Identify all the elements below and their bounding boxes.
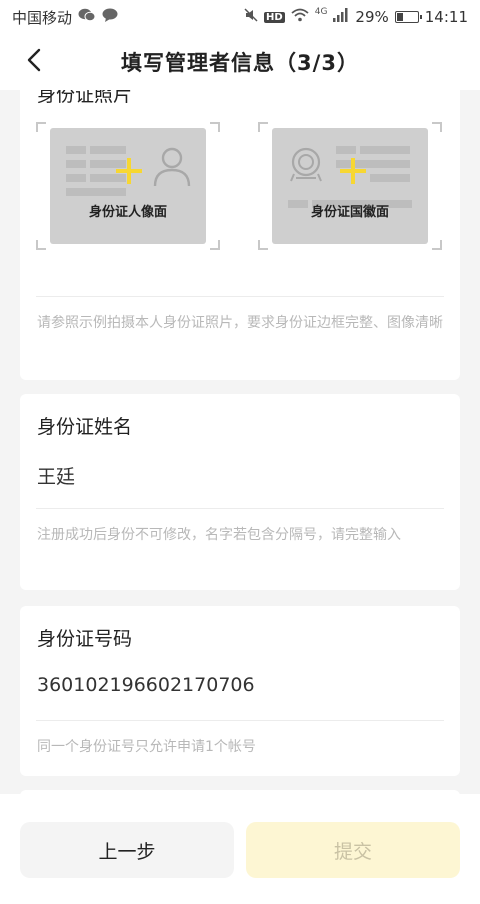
- placeholder-line: [360, 146, 410, 154]
- placeholder-line: [90, 146, 126, 154]
- battery-icon: [394, 11, 422, 23]
- id-name-title: 身份证姓名: [37, 416, 133, 438]
- id-number-input[interactable]: 360102196602170706: [37, 674, 255, 696]
- wechat-icon: [78, 8, 96, 26]
- frame-corner: [258, 122, 268, 132]
- message-icon: [102, 8, 118, 26]
- nav-bar: 填写管理者信息（3/3）: [0, 34, 480, 90]
- id-number-title: 身份证号码: [37, 628, 133, 650]
- portrait-icon: [152, 144, 192, 192]
- status-left: 中国移动: [12, 7, 118, 28]
- network-type-label: 4G: [314, 7, 328, 17]
- signal-icon: [333, 8, 349, 26]
- id-photo-hint: 请参照示例拍摄本人身份证照片，要求身份证边框完整、图像清晰: [37, 315, 443, 331]
- id-front-label: 身份证人像面: [88, 205, 167, 220]
- id-back-upload[interactable]: 身份证国徽面: [258, 122, 442, 250]
- back-button[interactable]: [18, 46, 50, 78]
- plus-icon: [116, 158, 142, 184]
- carrier-label: 中国移动: [12, 8, 73, 27]
- emblem-icon: [286, 144, 326, 188]
- id-back-placeholder: 身份证国徽面: [272, 128, 428, 244]
- placeholder-line: [66, 188, 126, 196]
- mute-icon: [244, 8, 258, 26]
- frame-corner: [36, 240, 46, 250]
- id-back-label: 身份证国徽面: [310, 205, 389, 220]
- frame-corner: [258, 240, 268, 250]
- id-name-input[interactable]: 王廷: [37, 462, 75, 489]
- status-right: HD 4G 29% 14:11: [244, 7, 468, 26]
- frame-corner: [36, 122, 46, 132]
- clock: 14:11: [424, 8, 468, 26]
- previous-step-button[interactable]: 上一步: [20, 822, 234, 878]
- divider: [36, 296, 444, 297]
- frame-corner: [432, 122, 442, 132]
- bottom-action-bar: 上一步 提交: [0, 794, 480, 904]
- battery-percent: 29%: [355, 8, 389, 26]
- divider: [36, 508, 444, 509]
- page-title: 填写管理者信息（3/3）: [121, 51, 359, 75]
- id-name-hint: 注册成功后身份不可修改，名字若包含分隔号，请完整输入: [37, 527, 401, 543]
- placeholder-line: [66, 160, 86, 168]
- hd-badge: HD: [264, 11, 285, 23]
- form-scroll-area[interactable]: 身份证照片 身份证人像面 身份证国徽面 请参照示例拍摄本人身份证照片，要求身份证…: [0, 90, 480, 794]
- id-front-placeholder: 身份证人像面: [50, 128, 206, 244]
- plus-icon: [340, 158, 366, 184]
- battery-fill: [396, 13, 404, 21]
- chevron-left-icon: [26, 48, 42, 76]
- id-number-hint: 同一个身份证号只允许申请1个帐号: [37, 739, 256, 755]
- divider: [36, 720, 444, 721]
- submit-button[interactable]: 提交: [246, 822, 460, 878]
- placeholder-line: [66, 174, 86, 182]
- wifi-icon: [291, 8, 309, 26]
- placeholder-line: [370, 174, 410, 182]
- placeholder-line: [336, 146, 356, 154]
- id-photo-card: 身份证照片 身份证人像面 身份证国徽面 请参照示例拍摄本人身份证照片，要求身份证…: [20, 90, 460, 380]
- id-number-card: 身份证号码 360102196602170706 同一个身份证号只允许申请1个帐…: [20, 606, 460, 776]
- frame-corner: [210, 122, 220, 132]
- id-photo-section-title: 身份证照片: [37, 90, 133, 106]
- placeholder-line: [66, 146, 86, 154]
- frame-corner: [432, 240, 442, 250]
- id-front-upload[interactable]: 身份证人像面: [36, 122, 220, 250]
- id-name-card: 身份证姓名 王廷 注册成功后身份不可修改，名字若包含分隔号，请完整输入: [20, 394, 460, 590]
- frame-corner: [210, 240, 220, 250]
- status-bar: 中国移动 HD 4G 29% 14:11: [0, 0, 480, 34]
